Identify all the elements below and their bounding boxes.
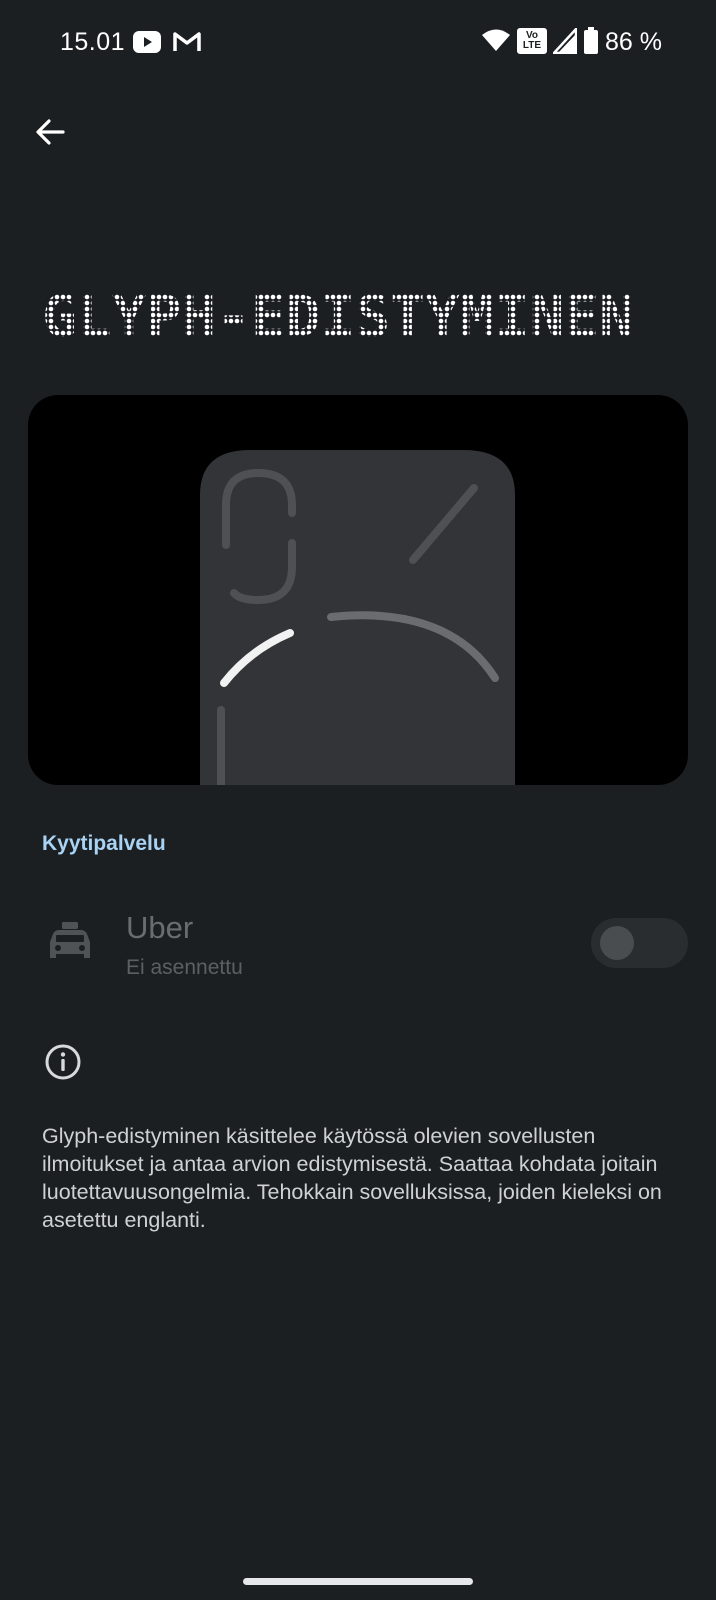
app-name: Uber [126, 910, 194, 945]
section-header: Kyytipalvelu [42, 832, 166, 855]
status-time: 15.01 [60, 28, 126, 56]
battery-percentage: 86 % [605, 28, 662, 56]
page-title: GLYPH-EDISTYMINEN [42, 288, 702, 348]
app-list-item-uber[interactable]: Uber Ei asennettu [0, 890, 716, 1000]
signal-icon [551, 25, 578, 59]
glyph-illustration [28, 395, 688, 785]
info-icon [44, 1043, 82, 1086]
youtube-icon [133, 31, 161, 58]
arrow-left-icon [36, 119, 65, 145]
app-install-status: Ei asennettu [126, 956, 243, 979]
volte-icon: Vo LTE [517, 28, 547, 54]
wifi-icon [482, 28, 510, 57]
toggle-knob [600, 926, 634, 960]
status-bar: 15.01 Vo LTE 86 % [0, 0, 716, 84]
gesture-nav-handle[interactable] [243, 1578, 473, 1585]
battery-icon [583, 27, 599, 60]
uber-toggle[interactable] [591, 918, 688, 968]
gmail-icon [173, 31, 201, 58]
volte-label-bottom: LTE [522, 40, 542, 51]
taxi-icon [48, 920, 92, 969]
info-description: Glyph-edistyminen käsittelee käytössä ol… [42, 1124, 662, 1232]
back-button[interactable] [30, 112, 70, 152]
